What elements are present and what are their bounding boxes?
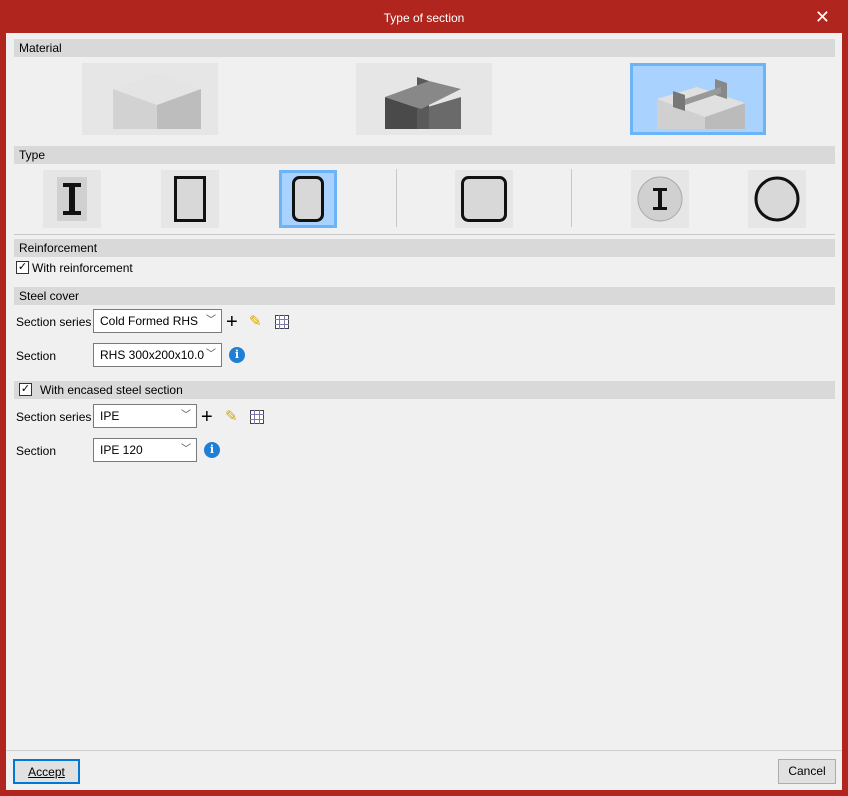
section-label: Section: [16, 444, 57, 458]
type-divider: [571, 169, 572, 227]
chevron-down-icon: ﹀: [206, 315, 216, 326]
pencil-icon[interactable]: ✎: [225, 407, 238, 425]
steel-cover-section-select[interactable]: RHS 300x200x10.0 ﹀: [93, 343, 222, 367]
type-divider: [396, 169, 397, 227]
section-series-label: Section series: [16, 410, 92, 424]
section-series-label: Section series: [16, 315, 92, 329]
material-concrete[interactable]: [82, 63, 218, 135]
material-composite[interactable]: [630, 63, 766, 135]
add-icon[interactable]: +: [226, 311, 238, 334]
pencil-icon[interactable]: ✎: [249, 312, 262, 330]
type-circular[interactable]: [748, 170, 806, 228]
separator: [14, 234, 835, 235]
type-rounded-rectangular[interactable]: [279, 170, 337, 228]
select-value: Cold Formed RHS: [100, 314, 199, 328]
chevron-down-icon: ﹀: [181, 410, 191, 421]
type-rectangular-tube[interactable]: [161, 170, 219, 228]
encased-section-select[interactable]: IPE 120 ﹀: [93, 438, 197, 462]
dialog-body: Material Type Reinforcement ✓ With reinf…: [6, 33, 842, 790]
close-icon[interactable]: ✕: [815, 8, 830, 26]
select-value: RHS 300x200x10.0: [100, 348, 205, 362]
material-steel[interactable]: [356, 63, 492, 135]
accept-button[interactable]: Accept: [13, 759, 80, 784]
select-value: IPE 120: [100, 443, 143, 457]
type-encased-i[interactable]: [43, 170, 101, 228]
encased-header: With encased steel section: [14, 381, 835, 399]
cancel-button[interactable]: Cancel: [778, 759, 836, 784]
window-title: Type of section: [383, 11, 465, 25]
add-icon[interactable]: +: [201, 406, 213, 429]
chevron-down-icon: ﹀: [181, 444, 191, 455]
type-square[interactable]: [455, 170, 513, 228]
chevron-down-icon: ﹀: [206, 349, 216, 360]
reinforcement-header: Reinforcement: [14, 239, 835, 257]
section-label: Section: [16, 349, 57, 363]
select-value: IPE: [100, 409, 120, 423]
encased-series-select[interactable]: IPE ﹀: [93, 404, 197, 428]
steel-cover-series-select[interactable]: Cold Formed RHS ﹀: [93, 309, 222, 333]
table-icon[interactable]: [250, 410, 264, 424]
material-header: Material: [14, 39, 835, 57]
reinforcement-label: With reinforcement: [32, 261, 133, 275]
type-header: Type: [14, 146, 835, 164]
reinforcement-checkbox[interactable]: ✓: [16, 261, 29, 274]
type-circular-encased-i[interactable]: [631, 170, 689, 228]
footer-separator: [6, 750, 842, 751]
encased-checkbox[interactable]: ✓: [19, 383, 32, 396]
steel-cover-header: Steel cover: [14, 287, 835, 305]
info-icon[interactable]: i: [229, 347, 245, 363]
info-icon[interactable]: i: [204, 442, 220, 458]
table-icon[interactable]: [275, 315, 289, 329]
